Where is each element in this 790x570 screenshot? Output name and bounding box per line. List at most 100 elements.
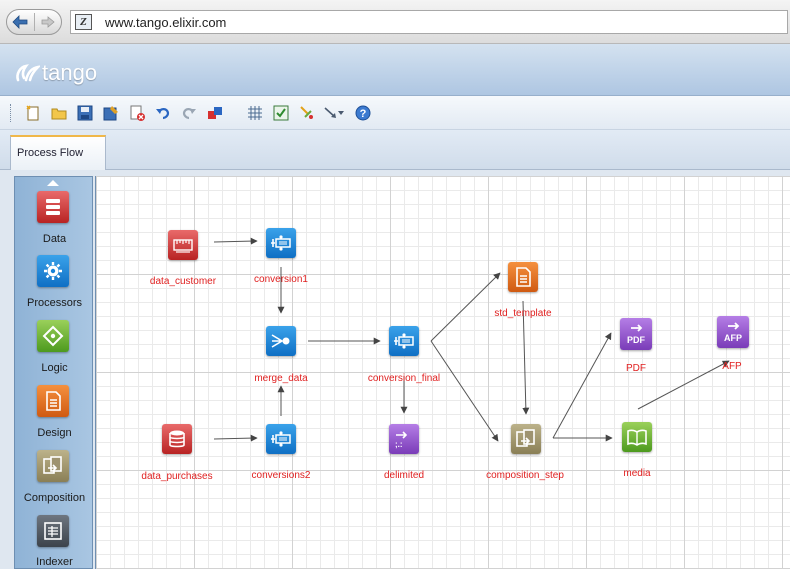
node-delimited[interactable]: ;.: — [389, 424, 419, 454]
node-label-data-purchases: data_purchases — [141, 471, 213, 482]
main-toolbar: ? — [0, 96, 790, 130]
pdf-output-icon: PDF — [627, 324, 646, 345]
tab-process-flow[interactable]: Process Flow — [10, 135, 106, 171]
document-icon — [37, 385, 69, 417]
node-label-conversion-final: conversion_final — [367, 373, 441, 384]
help-icon: ? — [355, 105, 371, 121]
svg-text:;.:: ;.: — [395, 440, 403, 449]
edge-conversion-final-to-composition-step[interactable] — [430, 340, 499, 442]
node-data-purchases[interactable] — [162, 424, 192, 454]
redo-button[interactable] — [180, 104, 198, 122]
export-icon — [208, 107, 222, 119]
logo-text: tango — [42, 60, 98, 85]
toolbar-grip — [10, 104, 13, 122]
back-arrow-icon — [12, 15, 28, 29]
grid-button[interactable] — [246, 104, 264, 122]
dropdown-icon — [338, 111, 344, 115]
nav-button-group — [6, 9, 62, 35]
palette-item-logic[interactable]: Logic — [15, 320, 94, 380]
node-label-std-template: std_template — [494, 308, 552, 319]
process-flow-canvas[interactable]: data_customer conversion1 merge_data con… — [95, 176, 790, 569]
node-data-customer[interactable] — [168, 230, 198, 260]
connect-button[interactable] — [298, 104, 316, 122]
node-label-merge-data: merge_data — [254, 373, 308, 384]
url-text[interactable]: www.tango.elixir.com — [105, 15, 226, 30]
delete-button[interactable] — [128, 104, 146, 122]
edge-data-customer-to-conversion1[interactable] — [213, 237, 258, 245]
node-conversion-final[interactable] — [389, 326, 419, 356]
delimited-output-icon: ;.: — [395, 431, 408, 449]
book-icon — [627, 429, 647, 446]
converter-icon — [271, 235, 291, 251]
address-bar[interactable]: Z www.tango.elixir.com — [70, 10, 788, 34]
edge-media-to-afp[interactable] — [637, 360, 730, 410]
open-button[interactable] — [50, 104, 68, 122]
new-icon — [26, 105, 39, 121]
back-button[interactable] — [9, 12, 31, 32]
node-label-conversion1: conversion1 — [254, 274, 308, 285]
save-icon — [77, 105, 93, 121]
help-button[interactable]: ? — [354, 104, 372, 122]
redo-icon — [182, 108, 196, 120]
tab-label: Process Flow — [17, 147, 84, 159]
node-conversions2[interactable] — [266, 424, 296, 454]
diamond-icon — [37, 320, 69, 352]
open-folder-icon — [51, 108, 66, 119]
compose-icon — [37, 450, 69, 482]
svg-text:?: ? — [360, 108, 367, 120]
compose-icon — [516, 429, 535, 447]
palette-item-design[interactable]: Design — [15, 385, 94, 445]
app-header — [0, 44, 790, 96]
site-favicon-icon: Z — [75, 14, 92, 30]
delete-icon — [130, 105, 145, 121]
palette-label-logic: Logic — [41, 362, 68, 374]
node-label-conversions2: conversions2 — [251, 470, 311, 481]
palette-item-composition[interactable]: Composition — [15, 450, 94, 510]
edge-composition-step-to-pdf[interactable] — [552, 332, 612, 439]
node-label-data-customer: data_customer — [149, 276, 217, 287]
afp-output-icon: AFP — [724, 322, 742, 343]
palette-label-indexer: Indexer — [36, 556, 73, 568]
gear-icon — [37, 255, 69, 287]
edge-conversion-final-to-std-template[interactable] — [430, 272, 501, 342]
node-merge-data[interactable] — [266, 326, 296, 356]
new-button[interactable] — [24, 104, 42, 122]
node-label-composition-step: composition_step — [486, 470, 564, 481]
svg-text:AFP: AFP — [724, 333, 742, 343]
forward-button[interactable] — [37, 12, 59, 32]
merge-icon — [271, 334, 290, 348]
app-logo: tango — [14, 60, 97, 86]
save-button[interactable] — [76, 104, 94, 122]
converter-icon — [394, 333, 414, 349]
node-std-template[interactable] — [508, 262, 538, 292]
undo-button[interactable] — [154, 104, 172, 122]
node-label-pdf: PDF — [626, 363, 646, 374]
node-label-delimited: delimited — [383, 470, 425, 481]
tango-logo-icon — [16, 64, 40, 82]
pointer-dropdown[interactable] — [336, 104, 346, 122]
export-button[interactable] — [206, 104, 224, 122]
palette-item-indexer[interactable]: Indexer — [15, 515, 94, 570]
palette-scroll-up-icon[interactable] — [47, 180, 59, 186]
grid-icon — [248, 106, 262, 120]
svg-text:PDF: PDF — [627, 335, 646, 345]
forward-arrow-icon — [41, 16, 55, 28]
node-conversion1[interactable] — [266, 228, 296, 258]
indexer-icon — [37, 515, 69, 547]
node-composition-step[interactable] — [511, 424, 541, 454]
palette-item-data[interactable]: Data — [15, 191, 94, 251]
node-label-afp: AFP — [722, 361, 742, 372]
save-as-icon — [103, 106, 118, 121]
validate-icon — [273, 105, 289, 121]
palette-label-data: Data — [42, 233, 67, 245]
palette-label-design: Design — [37, 427, 72, 439]
palette-item-processors[interactable]: Processors — [15, 255, 94, 315]
validate-button[interactable] — [272, 104, 290, 122]
node-pdf[interactable]: PDF — [620, 318, 652, 350]
node-media[interactable] — [622, 422, 652, 452]
save-as-button[interactable] — [102, 104, 120, 122]
node-afp[interactable]: AFP — [717, 316, 749, 348]
tab-strip: Process Flow — [0, 130, 790, 171]
edge-data-purchases-to-conversions2[interactable] — [213, 434, 258, 442]
palette-label-composition: Composition — [23, 492, 86, 504]
